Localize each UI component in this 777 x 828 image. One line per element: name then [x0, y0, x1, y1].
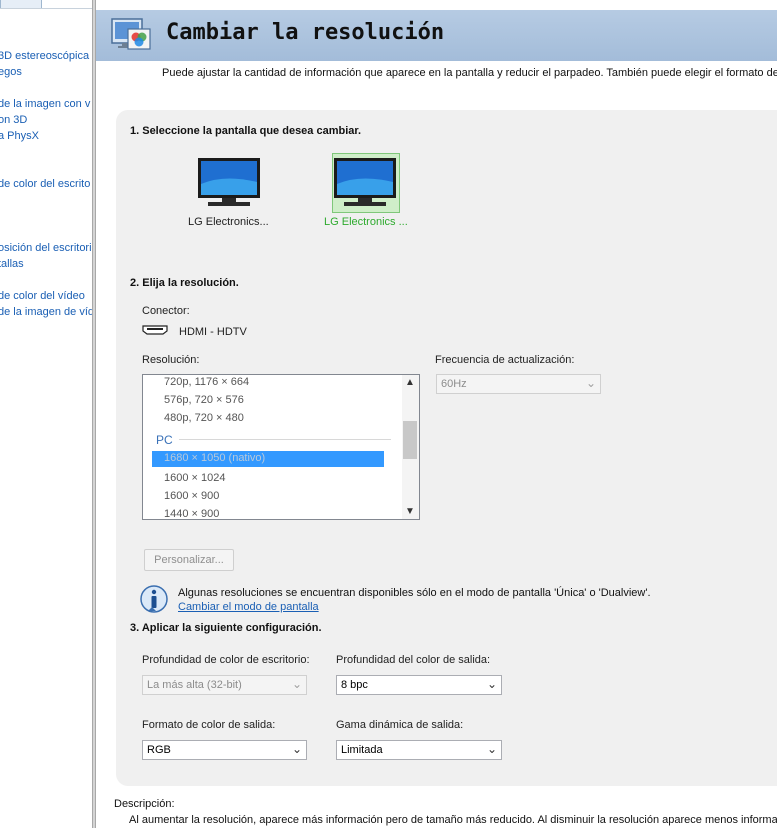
connector-label: Conector: [142, 305, 190, 317]
list-item[interactable]: 576p, 720 × 576 [164, 394, 244, 406]
chevron-down-icon: ⌄ [486, 677, 497, 691]
output-format-select[interactable]: RGB ⌄ [142, 740, 307, 760]
dynamic-range-value: Limitada [341, 744, 383, 756]
intro-text: Puede ajustar la cantidad de información… [162, 67, 777, 79]
desktop-depth-label: Profundidad de color de escritorio: [142, 654, 310, 666]
chevron-down-icon: ⌄ [585, 376, 596, 390]
monitor-label[interactable]: LG Electronics... [188, 216, 269, 228]
connector-value: HDMI - HDTV [179, 326, 247, 338]
monitor-label-selected[interactable]: LG Electronics ... [324, 216, 408, 228]
info-icon [140, 585, 168, 613]
scroll-up-icon[interactable]: ▲ [405, 377, 415, 388]
sidebar-item-label: egos [0, 66, 22, 78]
list-item[interactable]: 720p, 1176 × 664 [164, 376, 249, 388]
sidebar-item-label: on 3D [0, 114, 28, 126]
output-format-value: RGB [147, 744, 171, 756]
sidebar-item-desktop-color[interactable]: de color del escrito [0, 176, 90, 192]
sidebar-item-label: a PhysX [0, 130, 39, 142]
description-text: Al aumentar la resolución, aparece más i… [129, 814, 777, 826]
refresh-label: Frecuencia de actualización: [435, 354, 575, 366]
list-item-selected[interactable]: 1680 × 1050 (nativo) [152, 451, 384, 467]
resolution-label: Resolución: [142, 354, 200, 366]
desktop-depth-value: La más alta (32-bit) [147, 679, 242, 691]
step1-heading: 1. Seleccione la pantalla que desea camb… [130, 125, 362, 137]
refresh-rate-value: 60Hz [441, 378, 467, 390]
sidebar-item-label: de la imagen de víd [0, 306, 92, 318]
sidebar-item-label: de la imagen con v [0, 98, 91, 110]
list-item[interactable]: 480p, 720 × 480 [164, 412, 244, 424]
chevron-down-icon: ⌄ [486, 742, 497, 756]
output-depth-select[interactable]: 8 bpc ⌄ [336, 675, 502, 695]
sidebar-item-image-3d[interactable]: de la imagen con v on 3D a PhysX [0, 96, 90, 144]
page-title: Cambiar la resolución [166, 20, 445, 45]
list-item-label: 1680 × 1050 (nativo) [164, 452, 266, 464]
sidebar-item-desktop-position[interactable]: osición del escritorio tallas [0, 240, 92, 272]
sidebar-divider [0, 8, 92, 9]
sidebar-item-label: osición del escritorio [0, 242, 92, 254]
output-format-label: Formato de color de salida: [142, 719, 276, 731]
scroll-down-icon[interactable]: ▼ [405, 506, 415, 517]
step2-heading: 2. Elija la resolución. [130, 277, 239, 289]
desktop-depth-select[interactable]: La más alta (32-bit) ⌄ [142, 675, 307, 695]
list-group-header: PC [156, 433, 173, 447]
dynamic-range-select[interactable]: Limitada ⌄ [336, 740, 502, 760]
sidebar-item-3d-stereo[interactable]: 3D estereoscópica egos [0, 48, 89, 80]
sidebar-item-label: 3D estereoscópica [0, 50, 90, 62]
list-item[interactable]: 1600 × 1024 [164, 472, 225, 484]
monitor-icon-selected[interactable] [330, 154, 400, 214]
description-label: Descripción: [114, 798, 175, 810]
monitor-icon[interactable] [194, 154, 264, 214]
change-display-mode-link[interactable]: Cambiar el modo de pantalla [178, 601, 319, 613]
sidebar-item-label: de color del vídeo [0, 290, 85, 302]
hdmi-icon [142, 325, 168, 335]
scrollbar-thumb[interactable] [403, 421, 417, 459]
info-text: Algunas resoluciones se encuentran dispo… [178, 587, 651, 599]
chevron-down-icon: ⌄ [291, 677, 302, 691]
customize-button[interactable]: Personalizar... [144, 549, 234, 571]
list-item[interactable]: 1600 × 900 [164, 490, 219, 502]
sidebar-item-video-color[interactable]: de color del vídeo de la imagen de víd [0, 288, 92, 320]
page-header: Cambiar la resolución [96, 10, 777, 61]
list-item[interactable]: 1440 × 900 [164, 508, 219, 519]
output-depth-value: 8 bpc [341, 679, 368, 691]
sidebar: 3D estereoscópica egos de la imagen con … [0, 0, 92, 828]
refresh-rate-select[interactable]: 60Hz ⌄ [436, 374, 601, 394]
step3-heading: 3. Aplicar la siguiente configuración. [130, 622, 322, 634]
display-settings-icon [111, 18, 151, 50]
dynamic-range-label: Gama dinámica de salida: [336, 719, 464, 731]
sidebar-item-label: tallas [0, 258, 24, 270]
resolution-list[interactable]: 720p, 1176 × 664 576p, 720 × 576 480p, 7… [142, 374, 420, 520]
output-depth-label: Profundidad del color de salida: [336, 654, 491, 666]
list-scrollbar[interactable]: ▲ ▼ [402, 375, 419, 519]
group-divider [179, 439, 391, 440]
chevron-down-icon: ⌄ [291, 742, 302, 756]
sidebar-item-label: de color del escrito [0, 178, 91, 190]
main-panel: Cambiar la resolución Puede ajustar la c… [96, 0, 777, 828]
